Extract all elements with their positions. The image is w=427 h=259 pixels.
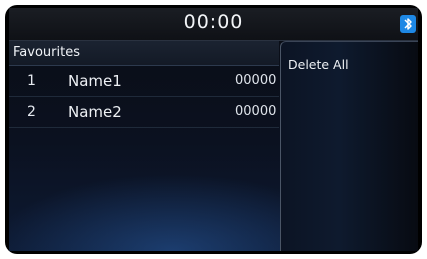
row-index: 1 — [27, 73, 36, 89]
display-frame: 00:00 Favourites 1 Name1 00000 2 Name2 0… — [5, 5, 422, 254]
favourites-header: Favourites — [9, 41, 279, 66]
row-index: 2 — [27, 104, 36, 120]
clock: 00:00 — [183, 11, 244, 33]
contact-name: Name2 — [68, 103, 122, 121]
favourites-title: Favourites — [13, 45, 80, 60]
status-bar: 00:00 — [9, 8, 418, 41]
delete-all-menu-item[interactable]: Delete All — [288, 57, 349, 72]
head-unit-screen: 00:00 Favourites 1 Name1 00000 2 Name2 0… — [9, 8, 418, 251]
favourites-list: 1 Name1 00000 2 Name2 00000 — [9, 66, 279, 128]
bluetooth-icon — [400, 15, 416, 33]
favourite-row[interactable]: 1 Name1 00000 — [9, 66, 279, 97]
options-menu-panel: Delete All — [280, 41, 418, 251]
contact-number: 00000 — [235, 104, 277, 119]
favourite-row[interactable]: 2 Name2 00000 — [9, 97, 279, 128]
contact-number: 00000 — [235, 73, 277, 88]
contact-name: Name1 — [68, 72, 122, 90]
